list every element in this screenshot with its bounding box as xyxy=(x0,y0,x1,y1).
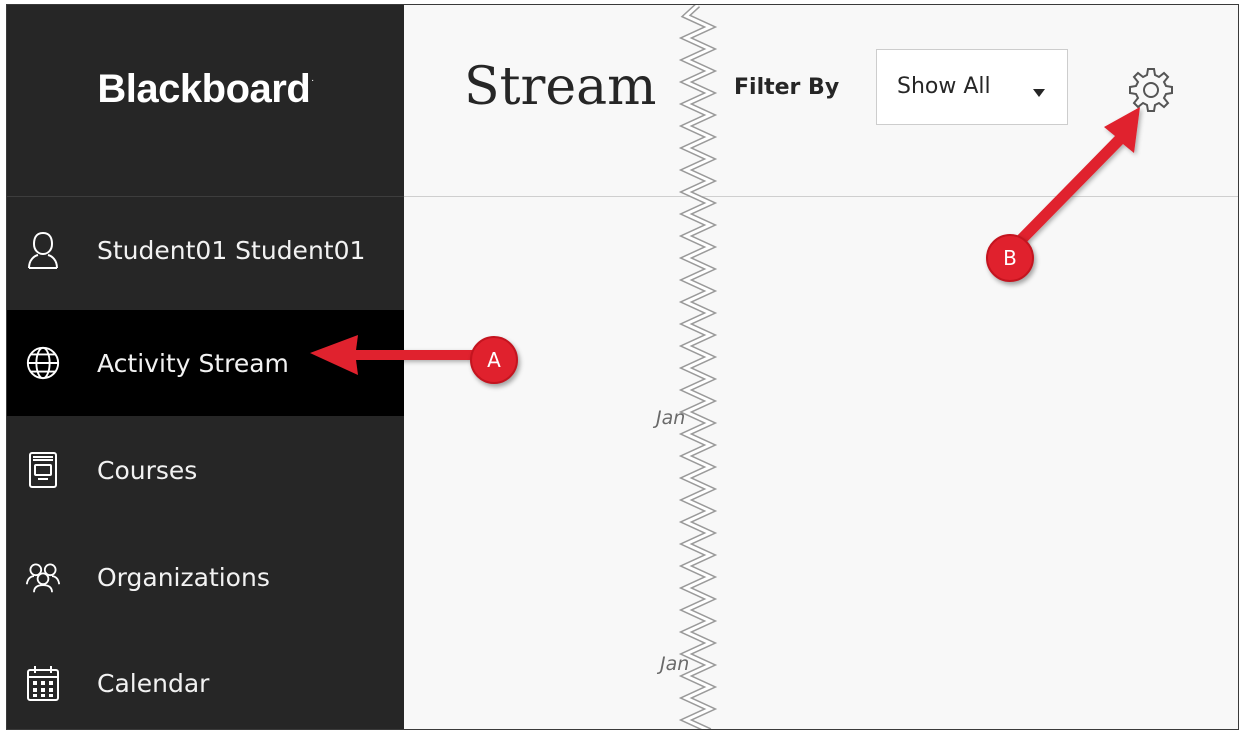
stream-settings-button[interactable] xyxy=(1126,65,1176,115)
caret-down-icon xyxy=(1033,82,1045,101)
organizations-icon xyxy=(25,557,61,597)
logo-text: Blackboard. xyxy=(97,67,314,111)
sidebar-item-activity-stream[interactable]: Activity Stream xyxy=(7,310,404,416)
globe-icon xyxy=(25,343,61,383)
filter-dropdown[interactable]: Show All xyxy=(876,49,1068,125)
sidebar-item-label: Calendar xyxy=(97,668,210,698)
sidebar-item-label: Organizations xyxy=(97,562,270,592)
courses-icon xyxy=(25,450,61,490)
sidebar-item-label: Student01 Student01 xyxy=(97,235,366,265)
main-content: Stream Filter By Show All Jan Jan xyxy=(404,5,1238,729)
calendar-icon xyxy=(25,663,61,703)
sidebar-item-profile[interactable]: Student01 Student01 xyxy=(7,197,404,303)
filter-label: Filter By xyxy=(734,75,840,100)
annotation-badge-a: A xyxy=(470,336,518,384)
filter-selected-value: Show All xyxy=(897,74,991,99)
sidebar-item-calendar[interactable]: Calendar xyxy=(7,630,404,729)
sidebar-item-label: Activity Stream xyxy=(97,348,289,378)
page-header: Stream Filter By Show All xyxy=(404,5,1238,197)
sidebar-item-label: Courses xyxy=(97,455,198,485)
gear-icon xyxy=(1126,68,1176,119)
app-window: Blackboard. Student01 Student01 Activity… xyxy=(6,4,1239,730)
user-icon xyxy=(25,230,61,270)
sidebar-item-courses[interactable]: Courses xyxy=(7,417,404,523)
page-title: Stream xyxy=(464,57,657,117)
cut-break-divider xyxy=(678,5,718,729)
sidebar: Blackboard. Student01 Student01 Activity… xyxy=(7,5,404,729)
blackboard-logo[interactable]: Blackboard. xyxy=(7,5,404,197)
annotation-badge-b: B xyxy=(986,234,1034,282)
sidebar-item-organizations[interactable]: Organizations xyxy=(7,524,404,630)
